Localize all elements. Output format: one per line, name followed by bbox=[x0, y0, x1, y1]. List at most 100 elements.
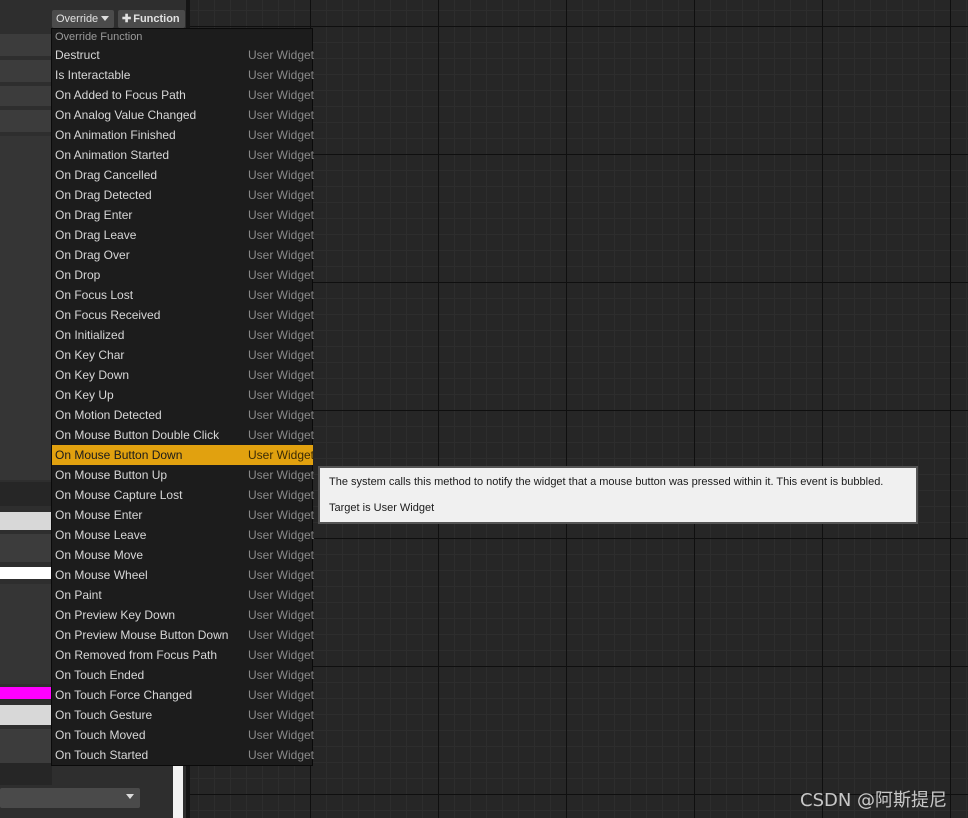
menu-item[interactable]: On Mouse Button Double Click User Widget bbox=[52, 425, 315, 445]
menu-item[interactable]: On Key Down User Widget bbox=[52, 365, 314, 385]
menu-item[interactable]: On Preview Key Down User Widget bbox=[52, 605, 315, 625]
menu-item-label: On Touch Moved bbox=[55, 728, 146, 742]
menu-item[interactable]: On Key Up User Widget bbox=[52, 385, 315, 405]
menu-item-category: User Widget bbox=[248, 308, 315, 322]
override-label: Override bbox=[56, 13, 99, 25]
property-field[interactable] bbox=[0, 705, 52, 725]
menu-item[interactable]: On Mouse Button Up User Widget bbox=[52, 465, 314, 485]
menu-item-label: On Mouse Wheel bbox=[55, 568, 148, 582]
menu-item-category: User Widget bbox=[248, 548, 315, 562]
menu-item[interactable]: On Mouse Wheel User Widget bbox=[52, 565, 315, 585]
menu-item-category: User Widget bbox=[248, 608, 315, 622]
menu-item-category: User Widget bbox=[248, 588, 315, 602]
tooltip: The system calls this method to notify t… bbox=[318, 466, 918, 524]
menu-item-category: User Widget bbox=[248, 448, 315, 462]
menu-item[interactable]: On Preview Mouse Button Down User Widget bbox=[52, 625, 315, 645]
menu-item[interactable]: On Touch Gesture User Widget bbox=[52, 705, 315, 725]
menu-item-category: User Widget bbox=[248, 728, 315, 742]
menu-item[interactable]: Is Interactable User Widget bbox=[52, 65, 314, 85]
menu-item-label: On Analog Value Changed bbox=[55, 108, 197, 122]
menu-item-label: On Focus Received bbox=[55, 308, 161, 322]
menu-item-label: On Drag Cancelled bbox=[55, 168, 158, 182]
menu-item-label: On Preview Mouse Button Down bbox=[55, 628, 229, 642]
menu-item-label: On Removed from Focus Path bbox=[55, 648, 218, 662]
menu-item[interactable]: On Paint User Widget bbox=[52, 585, 315, 605]
panel-row bbox=[0, 86, 52, 106]
panel-section bbox=[0, 584, 52, 684]
menu-item[interactable]: On Motion Detected User Widget bbox=[52, 405, 315, 425]
menu-item-label: On Mouse Leave bbox=[55, 528, 147, 542]
menu-item-category: User Widget bbox=[248, 108, 315, 122]
bottom-dropdown[interactable] bbox=[0, 788, 140, 808]
menu-item[interactable]: On Mouse Move User Widget bbox=[52, 545, 315, 565]
menu-item-category: User Widget bbox=[248, 748, 315, 762]
menu-item-category: User Widget bbox=[248, 228, 315, 242]
menu-item[interactable]: Destruct User Widget bbox=[52, 45, 315, 65]
panel-section-header bbox=[0, 763, 52, 785]
menu-item[interactable]: On Touch Moved User Widget bbox=[52, 725, 315, 745]
menu-item-label: On Touch Started bbox=[55, 748, 149, 762]
menu-item[interactable]: On Drag Cancelled User Widget bbox=[52, 165, 314, 185]
menu-item-label: On Preview Key Down bbox=[55, 608, 176, 622]
menu-item-label: Is Interactable bbox=[55, 68, 131, 82]
menu-item[interactable]: On Removed from Focus Path User Widget bbox=[52, 645, 314, 665]
menu-item-category: User Widget bbox=[248, 428, 315, 442]
menu-item[interactable]: On Mouse Button Down User Widget bbox=[52, 445, 315, 465]
menu-header: Override Function bbox=[55, 31, 143, 43]
menu-item[interactable]: On Added to Focus Path User Widget bbox=[52, 85, 314, 105]
menu-item[interactable]: On Initialized User Widget bbox=[52, 325, 315, 345]
menu-item[interactable]: On Animation Started User Widget bbox=[52, 145, 315, 165]
menu-item[interactable]: On Focus Lost User Widget bbox=[52, 285, 314, 305]
menu-item[interactable]: On Animation Finished User Widget bbox=[52, 125, 315, 145]
panel-row bbox=[0, 34, 52, 56]
menu-item-category: User Widget bbox=[248, 128, 315, 142]
menu-item-label: On Drop bbox=[55, 268, 101, 282]
menu-item[interactable]: On Touch Force Changed User Widget bbox=[52, 685, 314, 705]
menu-item-category: User Widget bbox=[248, 628, 315, 642]
panel-section bbox=[0, 136, 52, 480]
menu-item[interactable]: On Analog Value Changed User Widget bbox=[52, 105, 315, 125]
menu-item-category: User Widget bbox=[248, 508, 315, 522]
menu-item-label: On Mouse Move bbox=[55, 548, 144, 562]
menu-item-category: User Widget bbox=[248, 208, 315, 222]
menu-item-category: User Widget bbox=[248, 248, 315, 262]
property-field[interactable] bbox=[0, 567, 52, 579]
menu-item[interactable]: On Drag Enter User Widget bbox=[52, 205, 315, 225]
menu-item[interactable]: On Key Char User Widget bbox=[52, 345, 314, 365]
menu-item[interactable]: On Drag Over User Widget bbox=[52, 245, 315, 265]
menu-item[interactable]: On Mouse Enter User Widget bbox=[52, 505, 315, 525]
menu-item-category: User Widget bbox=[248, 148, 315, 162]
menu-item[interactable]: On Drag Detected User Widget bbox=[52, 185, 314, 205]
menu-item[interactable]: On Touch Started User Widget bbox=[52, 745, 315, 765]
chevron-down-icon bbox=[101, 16, 110, 21]
color-swatch[interactable] bbox=[0, 687, 52, 699]
menu-item[interactable]: On Touch Ended User Widget bbox=[52, 665, 314, 685]
menu-item-category: User Widget bbox=[248, 328, 315, 342]
watermark: CSDN @阿斯提尼 bbox=[800, 790, 948, 811]
menu-item-label: On Drag Over bbox=[55, 248, 130, 262]
property-field[interactable] bbox=[0, 512, 52, 530]
menu-item-label: On Mouse Button Down bbox=[55, 448, 183, 462]
menu-item-category: User Widget bbox=[248, 568, 315, 582]
menu-item-label: On Touch Force Changed bbox=[55, 688, 193, 702]
menu-item-category: User Widget bbox=[248, 408, 315, 422]
menu-item[interactable]: On Mouse Capture Lost User Widget bbox=[52, 485, 314, 505]
add-function-button[interactable]: ✚ Function bbox=[118, 10, 185, 28]
panel-row bbox=[0, 534, 52, 562]
override-dropdown-button[interactable]: Override bbox=[52, 10, 114, 28]
menu-item[interactable]: On Drag Leave User Widget bbox=[52, 225, 315, 245]
menu-item-label: On Animation Started bbox=[55, 148, 170, 162]
menu-item-label: On Mouse Button Double Click bbox=[55, 428, 220, 442]
panel-row bbox=[0, 110, 52, 132]
panel-row bbox=[0, 729, 52, 763]
menu-item-label: On Drag Detected bbox=[55, 188, 152, 202]
menu-item[interactable]: On Drop User Widget bbox=[52, 265, 314, 285]
menu-item-category: User Widget bbox=[248, 388, 315, 402]
scrollbar[interactable] bbox=[173, 765, 183, 818]
menu-item-category: User Widget bbox=[248, 48, 315, 62]
chevron-down-icon bbox=[126, 794, 134, 799]
menu-item[interactable]: On Focus Received User Widget bbox=[52, 305, 315, 325]
menu-item-label: On Mouse Capture Lost bbox=[55, 488, 183, 502]
menu-item[interactable]: On Mouse Leave User Widget bbox=[52, 525, 314, 545]
menu-item-category: User Widget bbox=[248, 708, 315, 722]
